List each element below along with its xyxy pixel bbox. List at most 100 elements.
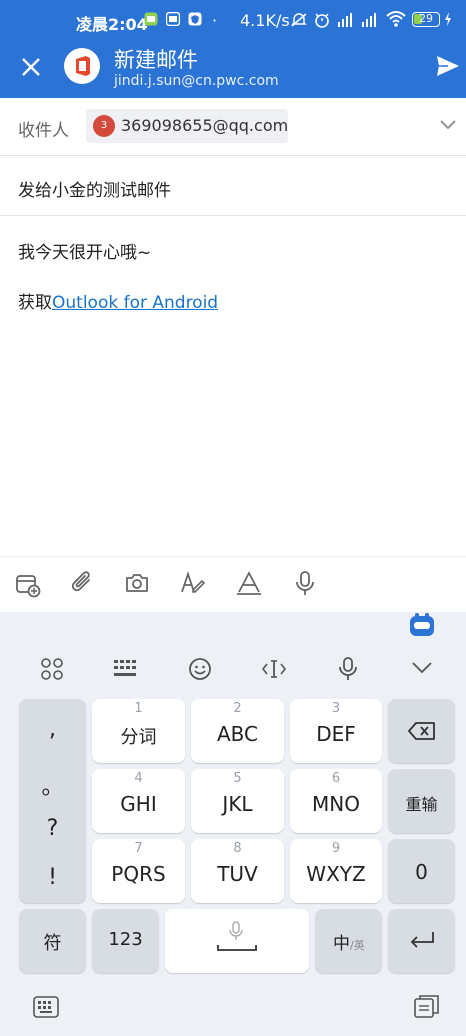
office-logo-icon [64, 48, 100, 84]
key-label: DEF [316, 722, 356, 746]
punct-question[interactable]: ? [19, 816, 86, 841]
sender-account: jindi.j.sun@cn.pwc.com [114, 73, 279, 89]
key-2-abc[interactable]: 2 ABC [191, 699, 284, 763]
apps-grid-icon[interactable] [41, 658, 63, 680]
enter-key[interactable] [388, 909, 455, 973]
compose-toolbar: 新建邮件 jindi.j.sun@cn.pwc.com [0, 40, 466, 98]
key-5-jkl[interactable]: 5 JKL [191, 769, 284, 833]
to-row[interactable]: 收件人 3 369098655@qq.com [0, 98, 466, 156]
reinput-key[interactable]: 重输 [388, 769, 455, 833]
key-9-wxyz[interactable]: 9 WXYZ [290, 839, 382, 903]
security-notification-icon [188, 12, 202, 26]
status-bar: 凌晨2:04 · 4.1K/s 29 [0, 0, 466, 40]
key-3-def[interactable]: 3 DEF [290, 699, 382, 763]
recipient-email: 369098655@qq.com [121, 116, 289, 135]
key-label: ABC [216, 722, 258, 746]
key-number: 8 [233, 841, 242, 856]
format-toolbar [0, 556, 466, 612]
subject-field[interactable]: 发给小金的测试邮件 [18, 176, 171, 201]
zero-key[interactable]: 0 [388, 839, 455, 903]
key-label: TUV [217, 862, 258, 886]
hide-keyboard-icon[interactable] [412, 662, 432, 674]
punct-exclaim[interactable]: ! [19, 865, 86, 890]
keyboard: , 。 ? ! 1 分词 2 ABC 3 DEF 4 GHI 5 JKL 6 M… [0, 612, 466, 1036]
calendar-add-icon[interactable] [15, 572, 41, 598]
key-label: GHI [120, 792, 157, 816]
key-number: 5 [233, 771, 242, 786]
signal-icon-2 [360, 12, 380, 28]
key-label: MNO [312, 792, 360, 816]
space-mic-icon [227, 921, 245, 941]
signature: 获取Outlook for Android [18, 288, 218, 313]
lang-main: 中 [333, 934, 350, 954]
app-header: 凌晨2:04 · 4.1K/s 29 新建邮件 jindi.j.sun@cn.p… [0, 0, 466, 98]
punctuation-column[interactable]: , 。 ? ! [19, 699, 86, 903]
key-number: 9 [331, 841, 341, 856]
key-8-tuv[interactable]: 8 TUV [191, 839, 284, 903]
lang-alt: /英 [350, 939, 365, 952]
punct-period[interactable]: 。 [19, 769, 86, 801]
key-number: 2 [233, 701, 242, 716]
zero-label: 0 [415, 860, 428, 884]
camera-icon[interactable] [124, 571, 150, 595]
page-title: 新建邮件 [114, 48, 198, 72]
key-number: 7 [134, 841, 143, 856]
keyboard-mascot-icon[interactable] [409, 612, 435, 638]
status-time: 凌晨2:04 [76, 15, 148, 34]
text-format-icon[interactable] [236, 570, 262, 596]
charging-icon [444, 12, 452, 26]
key-number: 4 [134, 771, 143, 786]
keyboard-layout-icon[interactable] [114, 660, 138, 678]
space-bar-icon [217, 944, 257, 952]
to-label: 收件人 [18, 121, 69, 141]
key-4-ghi[interactable]: 4 GHI [92, 769, 185, 833]
alarm-icon [313, 11, 331, 29]
signature-link[interactable]: Outlook for Android [52, 293, 218, 313]
key-label: WXYZ [306, 862, 366, 886]
draw-icon[interactable] [180, 570, 206, 596]
send-icon[interactable] [436, 54, 460, 78]
symbols-label: 符 [43, 933, 62, 954]
dictation-mic-icon[interactable] [294, 570, 316, 598]
wifi-icon [386, 11, 406, 27]
key-1-segment[interactable]: 1 分词 [92, 699, 185, 763]
attachment-icon[interactable] [69, 570, 95, 598]
status-dot: · [212, 11, 218, 30]
battery-indicator: 29 [412, 12, 440, 27]
backspace-icon [408, 722, 436, 740]
body-text: 我今天很开心哦~ [18, 243, 152, 263]
app-notification-icon [144, 12, 158, 26]
language-label: 中/英 [333, 929, 365, 954]
clipboard-icon[interactable] [414, 994, 440, 1020]
network-speed: 4.1K/s [240, 11, 290, 30]
reinput-label: 重输 [405, 795, 438, 814]
message-notification-icon [166, 12, 180, 26]
keyboard-switch-icon[interactable] [33, 996, 59, 1018]
key-number: 1 [134, 701, 143, 716]
numbers-key[interactable]: 123 [92, 909, 159, 973]
key-label: 分词 [120, 727, 157, 748]
chevron-down-icon[interactable] [440, 120, 456, 130]
battery-level: 29 [419, 12, 433, 25]
subject-row[interactable]: 发给小金的测试邮件 [0, 156, 466, 216]
mute-icon [290, 12, 308, 28]
numbers-label: 123 [108, 929, 143, 950]
key-7-pqrs[interactable]: 7 PQRS [92, 839, 185, 903]
key-number: 3 [331, 701, 341, 716]
enter-icon [409, 931, 435, 949]
key-6-mno[interactable]: 6 MNO [290, 769, 382, 833]
punct-comma[interactable]: , [19, 717, 86, 742]
cursor-move-icon[interactable] [261, 658, 287, 680]
message-body[interactable]: 我今天很开心哦~ 获取Outlook for Android [0, 216, 466, 554]
emoji-icon[interactable] [188, 657, 212, 681]
backspace-key[interactable] [388, 699, 455, 763]
voice-input-icon[interactable] [337, 656, 359, 682]
key-label: PQRS [111, 862, 166, 886]
key-label: JKL [222, 792, 253, 816]
language-switch-key[interactable]: 中/英 [315, 909, 382, 973]
recipient-chip[interactable]: 3 369098655@qq.com [86, 109, 288, 143]
signal-icon [336, 12, 356, 28]
space-key[interactable] [165, 909, 309, 973]
close-icon[interactable] [20, 56, 42, 78]
symbols-key[interactable]: 符 [19, 909, 86, 973]
